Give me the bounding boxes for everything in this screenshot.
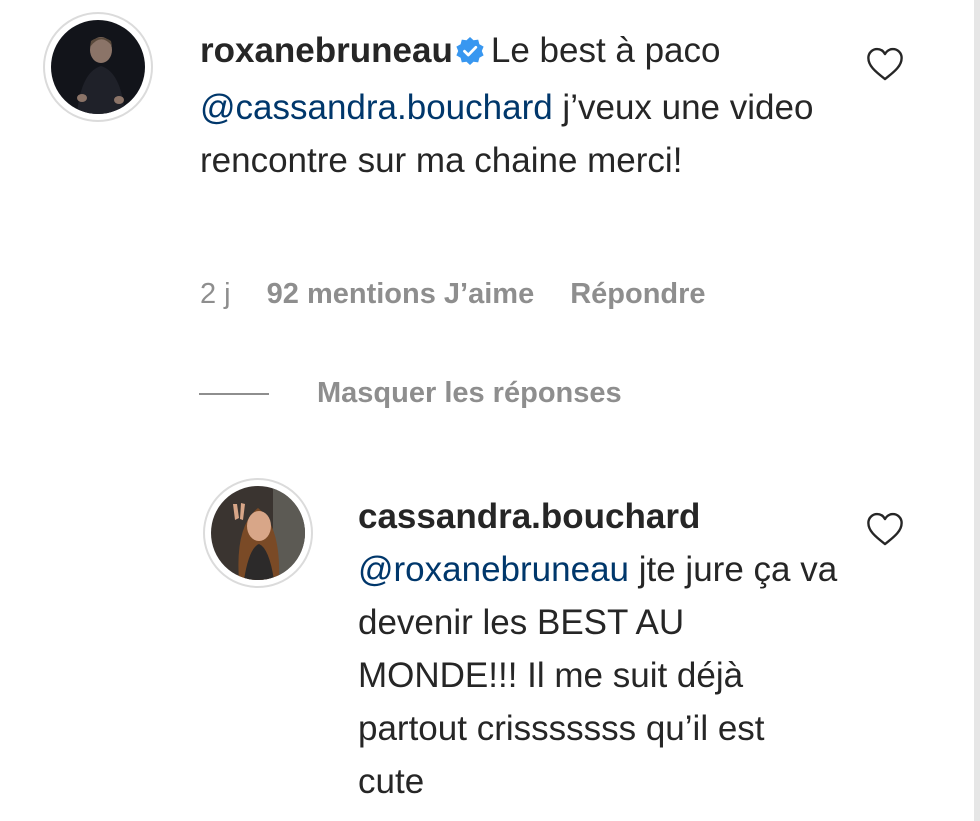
reply-button[interactable]: Répondre (570, 278, 705, 311)
comment-timestamp[interactable]: 2 j (200, 278, 231, 311)
reply-text: cassandra.bouchard @roxanebruneau jte ju… (358, 490, 838, 808)
reply-username[interactable]: cassandra.bouchard (358, 497, 700, 536)
scrollbar-track[interactable] (974, 0, 980, 821)
replies-divider-line (199, 392, 269, 395)
comment-meta: 2 j 92 mentions J’aime Répondre (200, 278, 706, 311)
heart-icon[interactable] (866, 46, 904, 82)
reply-mention-link[interactable]: @roxanebruneau (358, 550, 629, 589)
avatar-image (211, 486, 305, 580)
comment-text: roxanebruneau Le best à paco @cassandra.b… (200, 24, 840, 187)
comment-mention-link[interactable]: @cassandra.bouchard (200, 88, 553, 127)
hide-replies-button[interactable]: Masquer les réponses (199, 377, 622, 410)
avatar-image (51, 20, 145, 114)
comment-likes-count[interactable]: 92 mentions J’aime (267, 278, 535, 311)
avatar-roxanebruneau[interactable] (43, 12, 153, 122)
heart-icon[interactable] (866, 511, 904, 547)
comment-body-start: Le best à paco (490, 31, 721, 70)
hide-replies-label: Masquer les réponses (317, 377, 622, 409)
verified-badge-icon (455, 28, 485, 81)
avatar-cassandra-bouchard[interactable] (203, 478, 313, 588)
comment-username[interactable]: roxanebruneau (200, 31, 453, 70)
